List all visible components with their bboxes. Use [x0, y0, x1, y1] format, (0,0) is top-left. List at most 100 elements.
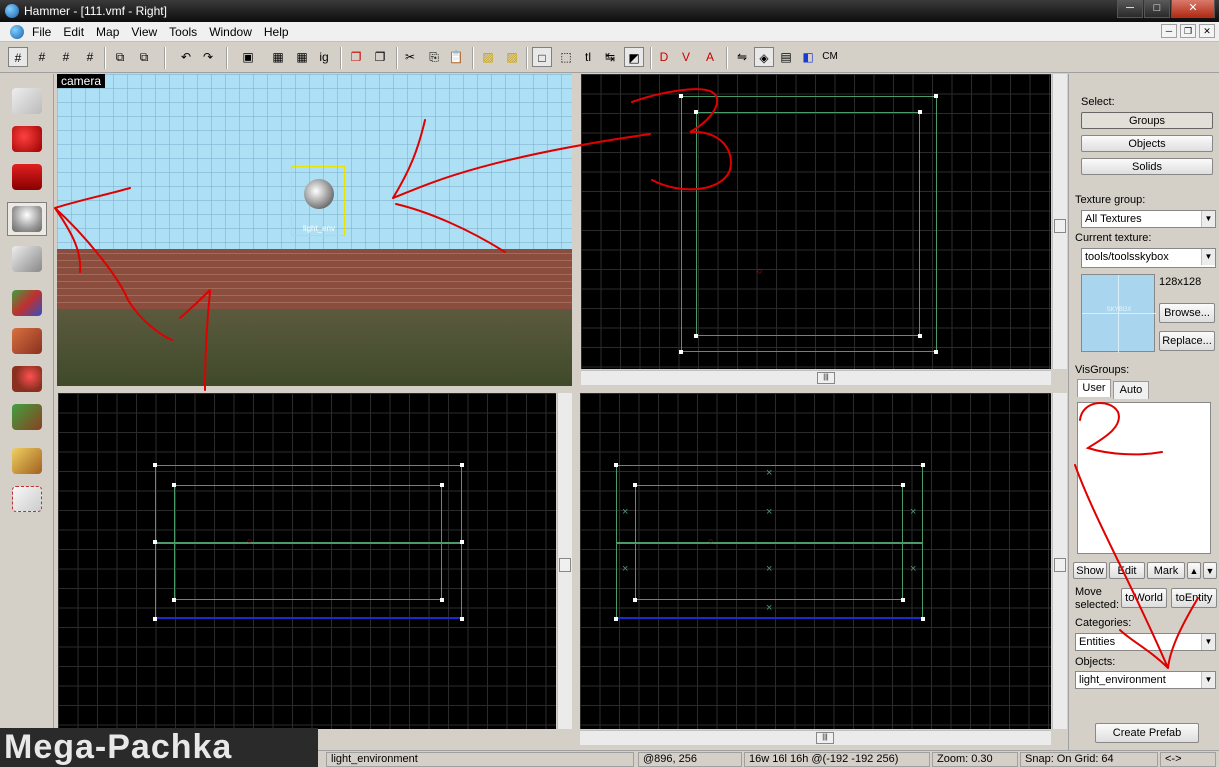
selection-handle[interactable] [172, 483, 176, 487]
chevron-down-icon[interactable]: ▼ [1201, 211, 1215, 227]
doc-close-button[interactable]: ✕ [1199, 24, 1215, 38]
move-down-arrow-icon[interactable]: ▼ [1203, 562, 1217, 579]
current-texture-select[interactable]: tools/toolsskybox ▼ [1081, 248, 1216, 268]
hide-selected-icon[interactable]: ▦ [268, 47, 288, 67]
document-globe-icon[interactable] [10, 25, 24, 39]
selection-handle[interactable] [633, 598, 637, 602]
camera-tool[interactable] [7, 160, 47, 194]
camera-viewport-label[interactable]: camera [57, 74, 106, 88]
doc-restore-button[interactable]: ❐ [1180, 24, 1196, 38]
replace-button[interactable]: Replace... [1159, 331, 1215, 351]
magnify-tool[interactable] [7, 122, 47, 156]
texture-lock-icon[interactable]: ▨ [478, 47, 498, 67]
texture-application-tool[interactable] [7, 286, 47, 320]
selection-handle[interactable] [679, 94, 683, 98]
selection-handle[interactable] [633, 483, 637, 487]
menu-view[interactable]: View [131, 25, 163, 39]
hammer-app-icon[interactable] [5, 4, 19, 18]
chevron-down-icon[interactable]: ▼ [1201, 672, 1215, 688]
radius-culling-icon[interactable]: D [654, 47, 674, 67]
cordon-view-icon[interactable]: V [676, 47, 696, 67]
doc-minimize-button[interactable]: ─ [1161, 24, 1177, 38]
entity-tool[interactable] [7, 202, 47, 236]
displacement-icon[interactable]: A [700, 47, 720, 67]
menu-edit[interactable]: Edit [63, 25, 90, 39]
texture-preview[interactable]: SKYBOX [1081, 274, 1156, 353]
menu-help[interactable]: Help [264, 25, 295, 39]
create-prefab-button[interactable]: Create Prefab [1095, 723, 1199, 743]
to-entity-button[interactable]: toEntity [1171, 588, 1217, 608]
scroll-thumb[interactable] [559, 558, 571, 572]
side-viewport-hscroll[interactable]: ||| [580, 730, 1051, 745]
top-viewport-hscroll[interactable]: ||| [581, 370, 1051, 385]
selection-handle[interactable] [918, 334, 922, 338]
carve-icon[interactable]: ▣ [238, 47, 258, 67]
menu-tools[interactable]: Tools [169, 25, 203, 39]
categories-select[interactable]: Entities ▼ [1075, 633, 1216, 651]
selection-handle[interactable] [901, 483, 905, 487]
compile-map-button[interactable]: CM [820, 47, 840, 67]
select-groups-button[interactable]: Groups [1081, 112, 1213, 129]
selection-handle[interactable] [918, 110, 922, 114]
to-world-button[interactable]: toWorld [1121, 588, 1167, 608]
side-viewport-vscroll[interactable] [1052, 393, 1067, 729]
undo-icon[interactable]: ↶ [176, 47, 196, 67]
light-environment-entity[interactable]: light_env [291, 166, 345, 236]
cordon-icon[interactable]: ❐ [346, 47, 366, 67]
3d-view-icon[interactable]: ◈ [754, 47, 774, 67]
selection-handle[interactable] [694, 334, 698, 338]
selection-handle[interactable] [901, 598, 905, 602]
selection-tool[interactable] [7, 84, 47, 118]
block-tool[interactable] [7, 242, 47, 276]
selection-handle[interactable] [153, 617, 157, 621]
selection-handle[interactable] [921, 617, 925, 621]
decal-tool[interactable] [7, 362, 47, 396]
selection-handle[interactable] [694, 110, 698, 114]
apply-current-texture-tool[interactable] [7, 324, 47, 358]
chevron-down-icon[interactable]: ▼ [1201, 249, 1215, 265]
menu-file[interactable]: File [32, 25, 57, 39]
clipping-tool[interactable] [7, 444, 47, 478]
auto-select-icon[interactable]: ⬚ [556, 47, 576, 67]
cordon-bounds-icon[interactable]: ❐ [370, 47, 390, 67]
scroll-thumb[interactable]: ||| [817, 372, 835, 384]
objects-select[interactable]: light_environment ▼ [1075, 671, 1216, 689]
ungroup-icon[interactable]: ⧉ [134, 47, 154, 67]
minimize-button[interactable]: ─ [1117, 0, 1143, 18]
visgroup-edit-button[interactable]: Edit [1109, 562, 1145, 579]
visgroup-show-button[interactable]: Show [1073, 562, 1107, 579]
model-view-icon[interactable]: ◧ [798, 47, 818, 67]
texture-scale-lock-icon[interactable]: ▨ [502, 47, 522, 67]
group-ignore-icon[interactable]: ◩ [624, 47, 644, 67]
close-button[interactable]: ✕ [1171, 0, 1215, 18]
selection-handle[interactable] [934, 94, 938, 98]
selection-handle[interactable] [460, 540, 464, 544]
move-up-arrow-icon[interactable]: ▲ [1187, 562, 1201, 579]
browse-button[interactable]: Browse... [1159, 303, 1215, 323]
selection-handle[interactable] [679, 350, 683, 354]
camera-viewport[interactable]: light_env camera [57, 74, 572, 386]
selection-handle[interactable] [614, 617, 618, 621]
texture-group-select[interactable]: All Textures ▼ [1081, 210, 1216, 228]
visgroup-mark-button[interactable]: Mark [1147, 562, 1185, 579]
menu-window[interactable]: Window [209, 25, 258, 39]
front-2d-viewport[interactable]: ○ [58, 393, 556, 729]
cut-icon[interactable]: ✂ [400, 47, 420, 67]
tab-user[interactable]: User [1077, 379, 1111, 397]
scroll-thumb[interactable] [1054, 219, 1066, 233]
top-viewport-vscroll[interactable] [1052, 74, 1067, 369]
tab-auto[interactable]: Auto [1113, 381, 1149, 399]
select-objects-button[interactable]: Objects [1081, 135, 1213, 152]
selection-handle[interactable] [460, 617, 464, 621]
paste-icon[interactable]: 📋 [446, 47, 466, 67]
align-icon[interactable]: ↹ [600, 47, 620, 67]
selection-handle[interactable] [153, 463, 157, 467]
selection-handle[interactable] [440, 598, 444, 602]
selection-handle[interactable] [153, 540, 157, 544]
selection-handle[interactable] [934, 350, 938, 354]
selection-handle[interactable] [440, 483, 444, 487]
scroll-thumb[interactable]: ||| [816, 732, 834, 744]
selection-handle[interactable] [172, 598, 176, 602]
select-solids-button[interactable]: Solids [1081, 158, 1213, 175]
maximize-button[interactable]: □ [1144, 0, 1170, 18]
